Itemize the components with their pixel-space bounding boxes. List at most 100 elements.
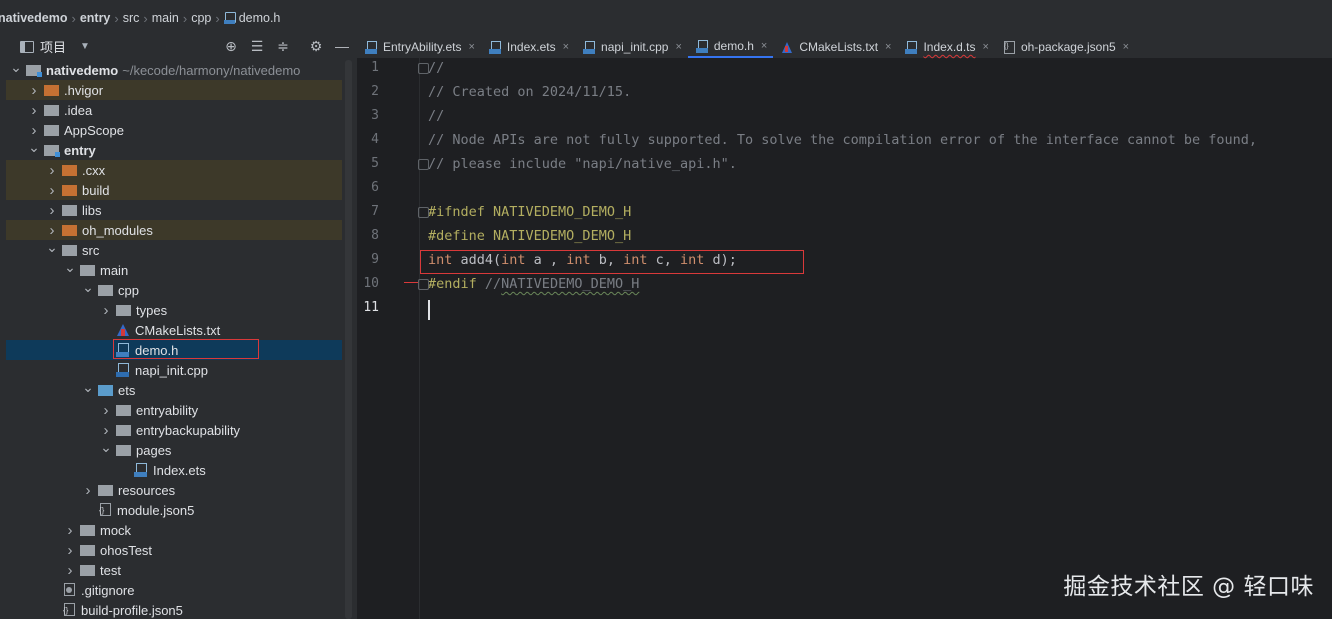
tree-item[interactable]: ⌄ src [6,239,342,260]
close-icon[interactable]: × [761,40,767,52]
collapse-all-icon[interactable]: ≑ [274,37,292,55]
chevron-right-icon[interactable]: › [46,222,58,239]
chevron-right-icon[interactable]: › [28,82,40,99]
expand-all-icon[interactable]: ☰ [248,37,266,55]
tree-item[interactable]: › oh_modules [6,220,342,240]
close-icon[interactable]: × [983,41,989,53]
chevron-right-icon[interactable]: › [100,402,112,419]
chevron-down-icon[interactable]: ⌄ [28,139,40,156]
close-icon[interactable]: × [885,41,891,53]
breadcrumb-item[interactable]: nativedemo [0,11,67,25]
breadcrumb-label: src [122,11,140,25]
tree-item[interactable]: › entrybackupability [6,420,342,440]
breadcrumb-item[interactable]: main [152,11,179,25]
chevron-right-icon[interactable]: › [64,542,76,559]
code-token: int [566,252,599,268]
tree-item[interactable]: · Index.ets [6,460,342,480]
tree-item[interactable]: › build [6,180,342,200]
tree-item-label: .gitignore [81,582,135,598]
tree-item[interactable]: ⌄ cpp [6,279,342,300]
chevron-right-icon[interactable]: › [28,122,40,139]
breadcrumb-label: nativedemo [0,11,68,25]
minimize-icon[interactable]: — [333,37,351,55]
tree-item[interactable]: ⌄ entry [6,139,342,160]
chevron-right-icon[interactable]: › [46,162,58,179]
line-number: 3 [371,108,379,123]
tree-item[interactable]: › .cxx [6,160,342,180]
breadcrumb-item[interactable]: cpp [191,11,211,25]
chevron-down-icon[interactable]: ▼ [80,41,90,52]
editor-tab[interactable]: CMakeLists.txt × [773,36,897,58]
fold-marker-icon[interactable] [418,207,429,218]
tree-item[interactable]: · napi_init.cpp [6,360,342,380]
chevron-down-icon[interactable]: ⌄ [10,59,22,76]
breadcrumb-label: cpp [191,11,212,25]
code-area[interactable]: // // Created on 2024/11/15. // // Node API… [404,58,1332,619]
breadcrumb-item[interactable]: entry [80,11,111,25]
tree-item[interactable]: › .hvigor [6,80,342,100]
breadcrumb-separator-icon: › [143,10,148,26]
tree-item-label: Index.ets [153,462,206,478]
tree-item[interactable]: › ohosTest [6,540,342,560]
tree-item[interactable]: › test [6,560,342,580]
close-icon[interactable]: × [675,41,681,53]
tree-item[interactable]: · module.json5 [6,500,342,520]
fold-marker-icon[interactable] [418,159,429,170]
editor-tab[interactable]: EntryAbility.ets × [357,36,481,58]
close-icon[interactable]: × [468,41,474,53]
tree-item[interactable]: › AppScope [6,120,342,140]
tree-item[interactable]: · build-profile.json5 [6,600,342,619]
chevron-down-icon[interactable]: ⌄ [82,279,94,296]
tree-item[interactable]: · CMakeLists.txt [6,320,342,340]
chevron-right-icon[interactable]: › [64,562,76,579]
tree-item[interactable]: › mock [6,520,342,540]
chevron-right-icon[interactable]: › [28,102,40,119]
chevron-down-icon[interactable]: ⌄ [64,259,76,276]
breadcrumb-item[interactable]: demo.h [223,11,280,25]
chevron-right-icon[interactable]: › [46,202,58,219]
chevron-right-icon[interactable]: › [100,302,112,319]
chevron-down-icon[interactable]: ⌄ [100,439,112,456]
folder-icon [116,424,131,436]
chevron-right-icon[interactable]: › [82,482,94,499]
editor-tab[interactable]: Index.d.ts × [897,36,994,58]
tree-item[interactable]: ⌄ ets [6,379,342,400]
code-token: int [680,252,713,268]
chevron-right-icon[interactable]: › [100,422,112,439]
tree-item-label: AppScope [64,122,124,138]
tree-item[interactable]: › libs [6,200,342,220]
tree-item-label: resources [118,482,176,498]
code-token: // [428,108,445,124]
chevron-down-icon[interactable]: ⌄ [82,379,94,396]
editor: EntryAbility.ets × Index.ets × napi_init.cpp… [357,36,1332,619]
chevron-down-icon[interactable]: ⌄ [46,239,58,256]
tree-item[interactable]: › types [6,300,342,320]
tree-item-label: test [100,562,121,578]
gutter-annotation-mark [404,282,418,283]
header-file-icon [223,12,236,24]
tree-item[interactable]: › entryability [6,400,342,420]
selection-annotation-box [113,339,259,359]
breadcrumb-item[interactable]: src [123,11,140,25]
editor-tab[interactable]: napi_init.cpp × [575,36,688,58]
code-token: d); [712,252,737,268]
gear-icon[interactable]: ⚙ [307,37,325,55]
tree-item[interactable]: › .idea [6,100,342,120]
editor-tab[interactable]: oh-package.json5 × [995,36,1135,58]
close-icon[interactable]: × [563,41,569,53]
tree-item[interactable]: ⌄ nativedemo ~/kecode/harmony/nativedemo [6,59,342,80]
project-view-selector[interactable]: 项目 ▼ [20,37,90,56]
folder-icon [98,484,113,496]
tree-item[interactable]: ⌄ main [6,259,342,280]
tree-item[interactable]: · .gitignore [6,580,342,600]
close-icon[interactable]: × [1123,41,1129,53]
chevron-right-icon[interactable]: › [46,182,58,199]
tree-item[interactable]: › resources [6,480,342,500]
fold-marker-icon[interactable] [418,63,429,74]
chevron-right-icon[interactable]: › [64,522,76,539]
editor-tab[interactable]: Index.ets × [481,36,575,58]
tree-item[interactable]: ⌄ pages [6,439,342,460]
editor-tab[interactable]: demo.h × [687,36,774,58]
locate-file-icon[interactable]: ⊕ [222,37,240,55]
fold-marker-icon[interactable] [418,279,429,290]
